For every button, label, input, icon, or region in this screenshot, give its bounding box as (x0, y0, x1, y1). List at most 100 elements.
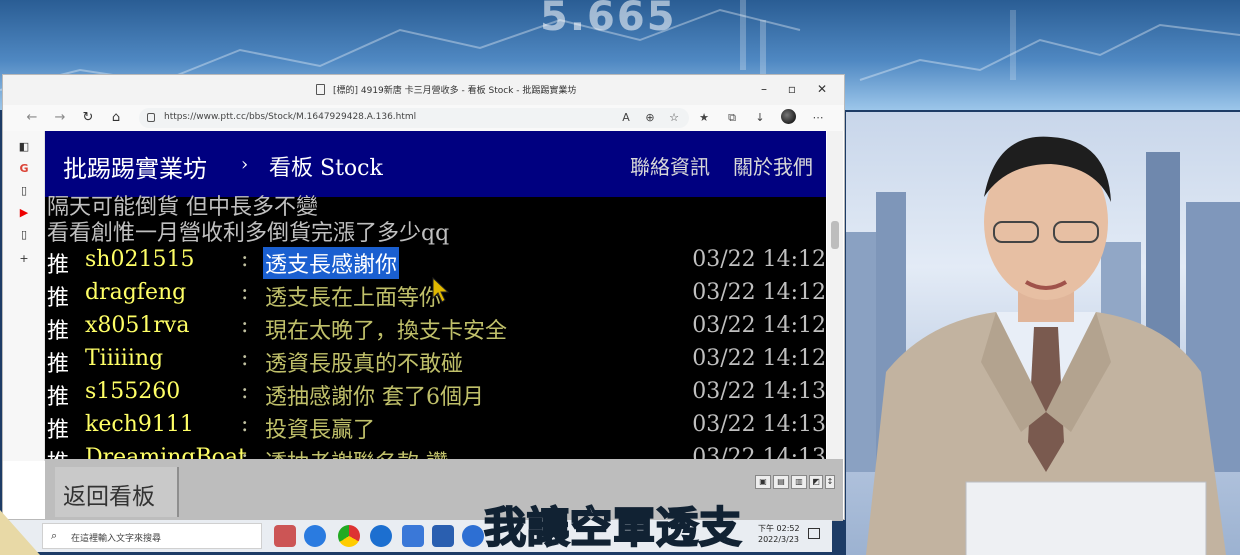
browser-window: [標的] 4919新唐 卡三月營收多 - 看板 Stock - 批踢踢實業坊 –… (2, 74, 845, 521)
zoom-icon[interactable]: ⊕ (641, 109, 659, 127)
push-colon: : (241, 412, 249, 437)
minimize-button[interactable]: – (755, 81, 773, 97)
scrollbar-thumb[interactable] (831, 221, 839, 249)
page-icon-2[interactable]: ▯ (16, 227, 32, 243)
mini-ctrl-icon[interactable]: ▥ (791, 475, 807, 489)
back-to-board-button[interactable]: 返回看板 (55, 467, 179, 517)
push-colon: : (241, 445, 249, 459)
breadcrumb-separator: › (241, 154, 249, 175)
clock-date: 2022/3/23 (758, 535, 800, 544)
push-message: 透支長在上面等你 (265, 286, 442, 311)
address-bar[interactable]: https://www.ptt.cc/bbs/Stock/M.164792942… (139, 108, 689, 128)
push-tag: 推 (47, 445, 69, 459)
search-icon: ⌕ (51, 529, 58, 542)
ie-icon[interactable] (370, 525, 392, 547)
url-text[interactable]: https://www.ptt.cc/bbs/Stock/M.164792942… (164, 112, 416, 122)
push-user: kech9111 (85, 412, 194, 437)
push-message-selected: 透支長感謝你 (263, 247, 400, 279)
search-placeholder: 在這裡輸入文字來搜尋 (71, 534, 162, 544)
mini-ctrl-icon[interactable]: ▤ (773, 475, 789, 489)
backdrop-ticker: 5.665 (540, 0, 677, 40)
page-scrollbar[interactable] (827, 131, 843, 461)
download-icon[interactable]: ↓ (751, 109, 769, 127)
chrome-icon[interactable] (338, 525, 360, 547)
edge-icon[interactable] (304, 525, 326, 547)
presenter-video (846, 112, 1240, 555)
push-user: sh021515 (85, 247, 195, 272)
maximize-button[interactable]: ▫ (783, 81, 801, 97)
push-time: 03/22 14:13 (692, 412, 826, 437)
push-time: 03/22 14:12 (692, 280, 826, 305)
favorite-add-icon[interactable]: ☆ (665, 109, 683, 127)
broadcast-caption: 我讓空軍透支 (483, 502, 743, 553)
push-message: 透資長股真的不敢碰 (265, 352, 464, 377)
push-user: DreamingBoat (85, 445, 247, 459)
push-tag: 推 (47, 253, 70, 278)
title-bar: [標的] 4919新唐 卡三月營收多 - 看板 Stock - 批踢踢實業坊 –… (3, 75, 844, 105)
push-colon: : (241, 313, 249, 338)
push-user: Tiiiiing (85, 346, 164, 371)
profile-avatar[interactable] (781, 109, 796, 124)
push-colon: : (241, 379, 249, 404)
back-to-board-label: 返回看板 (63, 484, 155, 510)
tab-actions-icon[interactable]: ◧ (16, 139, 32, 155)
push-row: 推 DreamingBoat : 透抽老謝聯名款 讚 03/22 14:13 (45, 445, 826, 459)
ptt-brand-link[interactable]: 批踢踢實業坊 (63, 149, 207, 184)
app-icon[interactable] (402, 525, 424, 547)
push-time: 03/22 14:12 (692, 247, 826, 272)
push-user: s155260 (85, 379, 181, 404)
taskbar-clock[interactable]: 下午 02:52 2022/3/23 (758, 523, 800, 545)
mini-ctrl-icon[interactable]: ◩ (809, 475, 823, 489)
edge-beta-icon[interactable] (462, 525, 484, 547)
push-tag: 推 (47, 352, 70, 377)
document-icon[interactable]: ▯ (16, 183, 32, 199)
push-tag: 推 (47, 319, 70, 344)
forward-arrow-icon[interactable]: → (51, 109, 69, 127)
push-message: 透抽老謝聯名款 讚 (265, 445, 448, 459)
taskbar-search[interactable]: ⌕ 在這裡輸入文字來搜尋 (42, 523, 262, 549)
push-time: 03/22 14:12 (692, 346, 826, 371)
page-icon (316, 84, 325, 95)
mouse-cursor-icon (432, 276, 450, 303)
push-colon: : (241, 346, 249, 371)
push-tag: 推 (47, 286, 70, 311)
contact-link[interactable]: 聯絡資訊 (630, 151, 710, 180)
push-message: 投資長贏了 (265, 418, 376, 443)
push-row: 推 Tiiiiing : 透資長股真的不敢碰 03/22 14:12 (45, 346, 826, 379)
close-button[interactable]: ✕ (813, 81, 831, 97)
about-link[interactable]: 關於我們 (733, 151, 813, 180)
push-row: 推 kech9111 : 投資長贏了 03/22 14:13 (45, 412, 826, 445)
push-time: 03/22 14:13 (692, 379, 826, 404)
notification-icon[interactable] (808, 528, 820, 539)
lock-icon (147, 113, 155, 122)
ptt-header: 批踢踢實業坊 › 看板 Stock 聯絡資訊 關於我們 (45, 131, 826, 197)
article-line: 看看創惟一月營收利多倒貨完漲了多少qq (47, 221, 450, 246)
push-user: dragfeng (85, 280, 187, 305)
home-icon[interactable]: ⌂ (107, 109, 125, 127)
more-menu-icon[interactable]: ⋯ (809, 109, 827, 127)
board-link[interactable]: 看板 Stock (269, 150, 383, 182)
add-tab-icon[interactable]: + (16, 251, 32, 267)
browser-toolbar: ← → ↻ ⌂ https://www.ptt.cc/bbs/Stock/M.1… (3, 105, 844, 131)
read-aloud-icon[interactable]: A (617, 109, 635, 127)
favorites-icon[interactable]: ★ (695, 109, 713, 127)
mini-ctrl-arrow-icon[interactable]: ↕ (825, 475, 835, 489)
mini-ctrl-icon[interactable]: ▣ (755, 475, 771, 489)
ptt-page: 批踢踢實業坊 › 看板 Stock 聯絡資訊 關於我們 隔天可能倒貨 但中長多不… (45, 131, 826, 459)
clock-time: 下午 02:52 (758, 524, 800, 533)
youtube-icon[interactable]: ▶ (16, 205, 32, 221)
collections-icon[interactable]: ⧉ (723, 109, 741, 127)
push-message: 透抽感謝你 套了6個月 (265, 385, 484, 410)
browser-sidebar: ◧ G ▯ ▶ ▯ + (3, 131, 45, 461)
taskview-icon[interactable] (274, 525, 296, 547)
push-colon: : (241, 280, 249, 305)
push-colon: : (241, 247, 249, 272)
push-row: 推 x8051rva : 現在太晚了，換支卡安全 03/22 14:12 (45, 313, 826, 346)
push-message: 現在太晚了，換支卡安全 (265, 319, 508, 344)
push-tag: 推 (47, 418, 70, 443)
google-icon[interactable]: G (16, 161, 32, 177)
photos-icon[interactable] (432, 525, 454, 547)
refresh-icon[interactable]: ↻ (79, 109, 97, 127)
back-arrow-icon[interactable]: ← (23, 109, 41, 127)
presenter-illustration (846, 136, 1240, 555)
